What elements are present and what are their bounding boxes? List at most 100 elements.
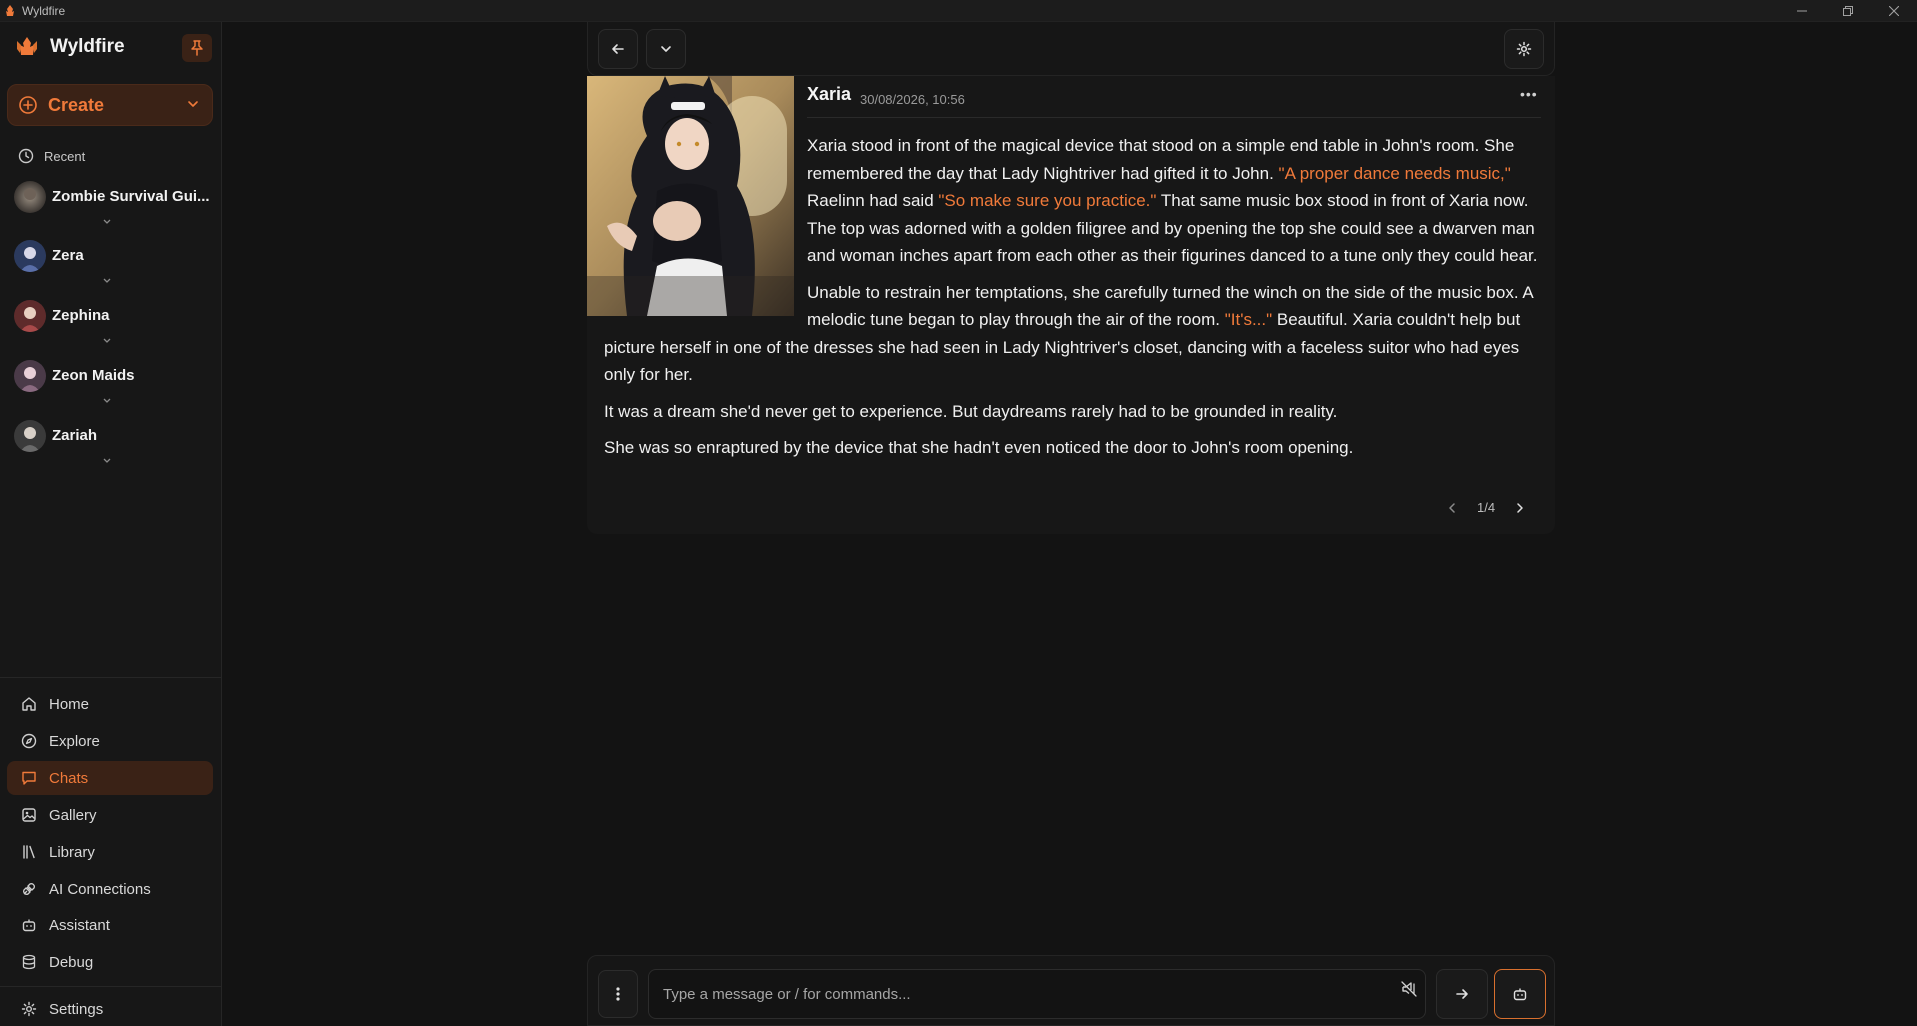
library-icon bbox=[23, 845, 35, 859]
message-body: Xaria stood in front of the magical devi… bbox=[604, 132, 1544, 471]
chevron-left-icon[interactable] bbox=[1445, 501, 1459, 515]
recent-chat-item[interactable]: Zephina bbox=[14, 300, 214, 350]
chevron-right-icon[interactable] bbox=[1513, 501, 1527, 515]
avatar bbox=[14, 181, 46, 213]
wyldfire-logo-icon bbox=[6, 4, 14, 16]
page-indicator: 1/4 bbox=[1477, 500, 1496, 515]
arrow-left-icon bbox=[612, 44, 624, 54]
back-button[interactable] bbox=[598, 29, 638, 69]
create-button[interactable]: Create bbox=[7, 84, 213, 126]
minimize-icon bbox=[1797, 10, 1807, 12]
plug-icon bbox=[23, 883, 35, 895]
message-options-button[interactable]: ••• bbox=[1520, 86, 1538, 102]
brand[interactable]: Wyldfire bbox=[14, 35, 125, 59]
kebab-menu-icon bbox=[616, 987, 620, 1001]
chat-name: Zephina bbox=[52, 307, 110, 324]
nav-item-library[interactable]: Library bbox=[7, 835, 213, 869]
avatar bbox=[14, 240, 46, 272]
speaker-off-icon[interactable] bbox=[1400, 980, 1418, 998]
recent-chat-item[interactable]: Zeon Maids bbox=[14, 360, 214, 410]
recent-chat-item[interactable]: Zera bbox=[14, 240, 214, 290]
chat-name: Zombie Survival Gui... bbox=[52, 188, 210, 205]
portrait-spacer bbox=[604, 132, 807, 332]
nav-label: Settings bbox=[49, 1000, 104, 1018]
sidebar-divider bbox=[0, 677, 222, 678]
chat-name: Zera bbox=[52, 247, 84, 264]
message-input[interactable] bbox=[648, 969, 1426, 1019]
restore-icon bbox=[1843, 6, 1853, 16]
gear-icon bbox=[1516, 41, 1532, 57]
nav-item-gallery[interactable]: Gallery bbox=[7, 798, 213, 832]
chevron-down-icon[interactable] bbox=[102, 456, 112, 466]
brand-name: Wyldfire bbox=[50, 36, 125, 57]
sidebar: Wyldfire Create Recent Zombie Survival G… bbox=[0, 22, 222, 1026]
nav-label: Gallery bbox=[49, 806, 97, 824]
chevron-down-icon[interactable] bbox=[186, 97, 200, 111]
recent-chat-item[interactable]: Zariah bbox=[14, 420, 214, 470]
dialogue-text: "It's..." bbox=[1224, 310, 1273, 329]
chevron-down-icon[interactable] bbox=[102, 396, 112, 406]
recent-header: Recent bbox=[18, 148, 85, 164]
nav-item-assistant[interactable]: Assistant bbox=[7, 908, 213, 942]
pin-icon bbox=[191, 40, 203, 56]
title-bar: Wyldfire bbox=[0, 0, 1917, 22]
composer-menu-button[interactable] bbox=[598, 970, 638, 1018]
window-title: Wyldfire bbox=[22, 3, 66, 18]
nav-label: AI Connections bbox=[49, 880, 151, 898]
pin-sidebar-button[interactable] bbox=[182, 34, 212, 62]
nav-label: Library bbox=[49, 843, 95, 861]
restore-button[interactable] bbox=[1825, 0, 1871, 22]
recent-label: Recent bbox=[44, 148, 86, 164]
chevron-down-icon[interactable] bbox=[102, 217, 112, 227]
bot-icon bbox=[22, 919, 36, 932]
chat-settings-button[interactable] bbox=[1504, 29, 1544, 69]
arrow-right-icon bbox=[1456, 989, 1468, 999]
chevron-down-icon[interactable] bbox=[102, 336, 112, 346]
dialogue-text: "A proper dance needs music," bbox=[1278, 163, 1511, 183]
compass-icon bbox=[21, 733, 37, 749]
nav-item-chats[interactable]: Chats bbox=[7, 761, 213, 795]
chat-message: Xaria 30/08/2026, 10:56 ••• Xaria stood … bbox=[587, 76, 1555, 534]
chat-bubble-icon bbox=[22, 771, 36, 785]
avatar bbox=[14, 300, 46, 332]
message-author[interactable]: Xaria bbox=[807, 84, 851, 105]
message-paragraph: She was so enraptured by the device that… bbox=[604, 438, 1354, 457]
nav-item-debug[interactable]: Debug bbox=[7, 945, 213, 979]
close-icon bbox=[1889, 6, 1899, 16]
clock-icon bbox=[18, 148, 34, 164]
message-paragraph: It was a dream she'd never get to experi… bbox=[604, 401, 1338, 421]
message-pager: 1/4 bbox=[1445, 500, 1527, 515]
nav-item-settings[interactable]: Settings bbox=[7, 992, 213, 1026]
nav-item-explore[interactable]: Explore bbox=[7, 724, 213, 758]
nav-item-home[interactable]: Home bbox=[7, 687, 213, 721]
chat-name: Zeon Maids bbox=[52, 367, 135, 384]
home-icon bbox=[22, 697, 36, 711]
nav-label: Debug bbox=[49, 953, 94, 971]
nav-label: Explore bbox=[49, 732, 100, 750]
plus-circle-icon bbox=[19, 96, 37, 114]
nav-label: Assistant bbox=[49, 916, 110, 934]
avatar bbox=[14, 420, 46, 452]
sidebar-divider bbox=[0, 986, 222, 987]
bot-reply-button[interactable] bbox=[1494, 969, 1546, 1019]
chat-menu-dropdown-button[interactable] bbox=[646, 29, 686, 69]
chevron-down-icon[interactable] bbox=[102, 276, 112, 286]
bot-icon bbox=[1513, 988, 1527, 1001]
chat-header bbox=[587, 22, 1555, 76]
nav-item-ai-connections[interactable]: AI Connections bbox=[7, 872, 213, 906]
database-icon bbox=[22, 954, 36, 970]
recent-chat-item[interactable]: Zombie Survival Gui... bbox=[14, 181, 214, 231]
chevron-down-icon bbox=[661, 46, 671, 52]
image-icon bbox=[22, 808, 36, 822]
message-timestamp: 30/08/2026, 10:56 bbox=[860, 92, 965, 107]
wyldfire-logo-icon bbox=[17, 37, 37, 55]
gear-icon bbox=[21, 1001, 37, 1017]
nav-label: Home bbox=[49, 695, 90, 713]
message-divider bbox=[807, 117, 1541, 118]
minimize-button[interactable] bbox=[1779, 0, 1825, 22]
chat-name: Zariah bbox=[52, 427, 98, 444]
message-composer bbox=[587, 955, 1555, 1026]
nav-label: Chats bbox=[49, 769, 89, 787]
close-button[interactable] bbox=[1871, 0, 1917, 22]
send-button[interactable] bbox=[1436, 969, 1488, 1019]
